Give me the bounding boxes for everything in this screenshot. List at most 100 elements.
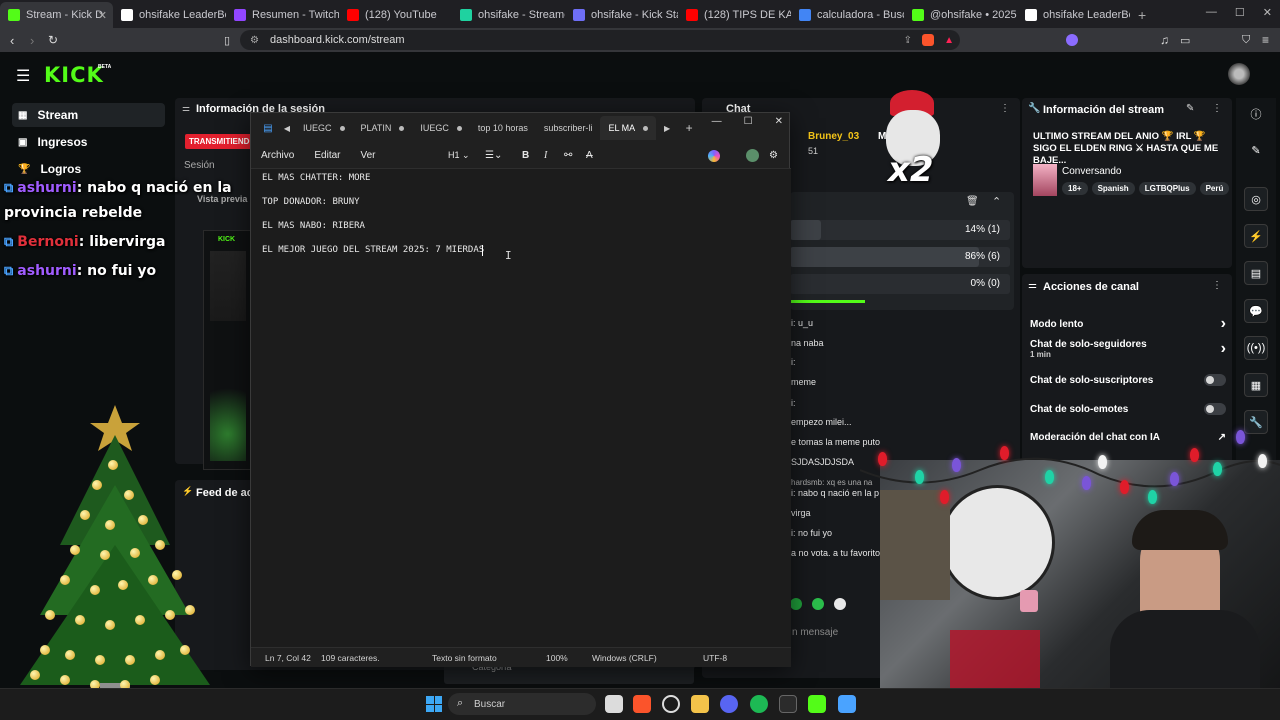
more-icon[interactable]: ⋮: [1212, 280, 1222, 291]
chat-input[interactable]: n mensaje: [792, 627, 838, 638]
browser-tab[interactable]: ohsifake - Kick Stats, A: [565, 2, 678, 28]
toggle-switch[interactable]: [1204, 403, 1226, 415]
share-icon[interactable]: ⇪: [904, 35, 912, 46]
chat-bubble-icon[interactable]: 💬: [1244, 299, 1268, 323]
notepad-tab[interactable]: top 10 horas: [470, 116, 536, 140]
discord-icon[interactable]: [720, 695, 738, 713]
notepad-tab[interactable]: IUEGC: [295, 116, 353, 140]
address-bar[interactable]: ⚙ dashboard.kick.com/stream ⇪ ▲: [240, 30, 960, 50]
more-icon[interactable]: ⋮: [1212, 103, 1222, 114]
sidebar-item-stream[interactable]: ▦ Stream: [12, 103, 165, 127]
shield-icon[interactable]: ⛉: [1242, 34, 1250, 47]
notepad-tab[interactable]: EL MA: [600, 116, 657, 140]
task-view-icon[interactable]: [605, 695, 623, 713]
back-icon[interactable]: ‹: [10, 33, 14, 48]
bookmark-icon[interactable]: ▯: [224, 34, 230, 47]
chevron-right-icon[interactable]: ›: [1221, 340, 1226, 358]
rewards-icon[interactable]: ▲: [944, 35, 954, 46]
menu-archivo[interactable]: Archivo: [261, 150, 294, 161]
stream-tag[interactable]: LGTBQPlus: [1138, 182, 1196, 195]
line-ending[interactable]: Windows (CRLF): [592, 653, 657, 663]
channel-action-row[interactable]: Chat de solo-emotes: [1030, 403, 1226, 415]
link-icon[interactable]: ⚯: [564, 150, 572, 161]
reload-icon[interactable]: ↻: [48, 33, 58, 47]
browser-tab[interactable]: (128) TIPS DE KAYDY P: [678, 2, 791, 28]
minimize-icon[interactable]: —: [712, 116, 722, 127]
chat-more-icon[interactable]: ⋮: [1000, 103, 1010, 114]
poll-option[interactable]: 14% (1): [790, 220, 1010, 240]
channel-action-row[interactable]: Modo lento ›: [1030, 315, 1226, 333]
obs-icon[interactable]: [662, 695, 680, 713]
broadcast-icon[interactable]: ((•)): [1244, 336, 1268, 360]
notepad-tab[interactable]: subscriber-li: [536, 116, 601, 140]
browser-tab[interactable]: ohsifake - Streamer Ov: [452, 2, 565, 28]
poll-option[interactable]: 86% (6): [790, 247, 1010, 267]
emote-icon[interactable]: [790, 598, 802, 610]
stream-tag[interactable]: 18+: [1062, 182, 1088, 195]
stream-tag[interactable]: Spanish: [1091, 182, 1135, 195]
channel-action-row[interactable]: Chat de solo-suscriptores: [1030, 374, 1226, 386]
notepad-tab[interactable]: PLATIN: [353, 116, 413, 140]
copilot-icon[interactable]: [708, 149, 720, 162]
browser-tab[interactable]: ohsifake LeaderBoard: [1017, 2, 1130, 28]
zoom-level[interactable]: 100%: [546, 653, 568, 663]
bold-icon[interactable]: B: [522, 150, 529, 161]
emote-icon[interactable]: [834, 598, 846, 610]
channel-action-row[interactable]: Chat de solo-seguidores 1 min ›: [1030, 339, 1226, 359]
list-icon[interactable]: ☰⌄: [485, 150, 502, 161]
heading-dropdown[interactable]: H1 ⌄: [448, 150, 470, 161]
chat-user-name[interactable]: Bruney_03: [808, 131, 859, 142]
category-name[interactable]: Conversando: [1062, 166, 1121, 177]
encoding[interactable]: UTF-8: [703, 653, 727, 663]
brave-icon[interactable]: [633, 695, 651, 713]
avatar[interactable]: [1228, 63, 1250, 85]
spotify-icon[interactable]: [750, 695, 768, 713]
italic-icon[interactable]: I: [544, 150, 547, 161]
layout-icon[interactable]: ▦: [1244, 373, 1268, 397]
menu-editar[interactable]: Editar: [314, 150, 340, 161]
edit-icon[interactable]: ✎: [1186, 103, 1194, 114]
notepad-tab[interactable]: IUEGC: [412, 116, 470, 140]
scroll-right-icon[interactable]: ▶: [656, 124, 678, 133]
chevron-up-icon[interactable]: ⌃: [992, 195, 1001, 208]
taskbar-search[interactable]: ⌕ Buscar: [448, 693, 596, 715]
scroll-left-icon[interactable]: ◀: [279, 124, 295, 133]
notepad-taskbar-icon[interactable]: [838, 695, 856, 713]
windows-start-icon[interactable]: [426, 696, 442, 712]
close-icon[interactable]: ✕: [775, 116, 783, 127]
toggle-switch[interactable]: [1204, 374, 1226, 386]
emote-icon[interactable]: [812, 598, 824, 610]
poll-option[interactable]: 0% (0): [790, 274, 1010, 294]
browser-tab[interactable]: Stream - Kick D ✕: [0, 2, 113, 28]
tools-icon[interactable]: 🔧: [1244, 410, 1268, 434]
settings-icon[interactable]: ⚙: [769, 150, 778, 161]
brave-shield-icon[interactable]: [922, 34, 934, 46]
browser-tab[interactable]: (128) YouTube: [339, 2, 452, 28]
forward-icon[interactable]: ›: [30, 33, 34, 48]
stream-tag[interactable]: Perú: [1199, 182, 1230, 195]
minimize-icon[interactable]: —: [1206, 6, 1217, 19]
profile-icon[interactable]: [746, 149, 759, 162]
info-icon[interactable]: ⓘ: [1244, 102, 1268, 126]
new-tab-icon[interactable]: +: [678, 121, 700, 135]
browser-tab[interactable]: Resumen - Twitch: [226, 2, 339, 28]
site-info-icon[interactable]: ⚙: [250, 35, 259, 46]
clear-format-icon[interactable]: A: [586, 150, 593, 161]
target-icon[interactable]: ◎: [1244, 187, 1268, 211]
browser-tab[interactable]: ohsifake LeaderBoard: [113, 2, 226, 28]
browser-tab[interactable]: @ohsifake • 2025 KICK: [904, 2, 1017, 28]
pencil-icon[interactable]: ✎: [1244, 138, 1268, 162]
tab-session[interactable]: Sesión: [184, 160, 215, 171]
notepad-editor[interactable]: EL MAS CHATTER: MORE TOP DONADOR: BRUNY EL…: [251, 169, 791, 647]
menu-icon[interactable]: ≡: [1262, 33, 1269, 47]
new-tab-button[interactable]: +: [1138, 2, 1146, 28]
kick-app-icon[interactable]: [808, 695, 826, 713]
extension-icon[interactable]: [1066, 34, 1078, 46]
app-icon[interactable]: [779, 695, 797, 713]
folder-icon[interactable]: [691, 695, 709, 713]
maximize-icon[interactable]: ☐: [744, 116, 753, 127]
sidebar-item-logros[interactable]: 🏆 Logros: [12, 157, 165, 181]
chevron-right-icon[interactable]: ›: [1221, 315, 1226, 333]
hamburger-icon[interactable]: ☰: [16, 66, 30, 86]
close-icon[interactable]: ✕: [1263, 6, 1272, 19]
